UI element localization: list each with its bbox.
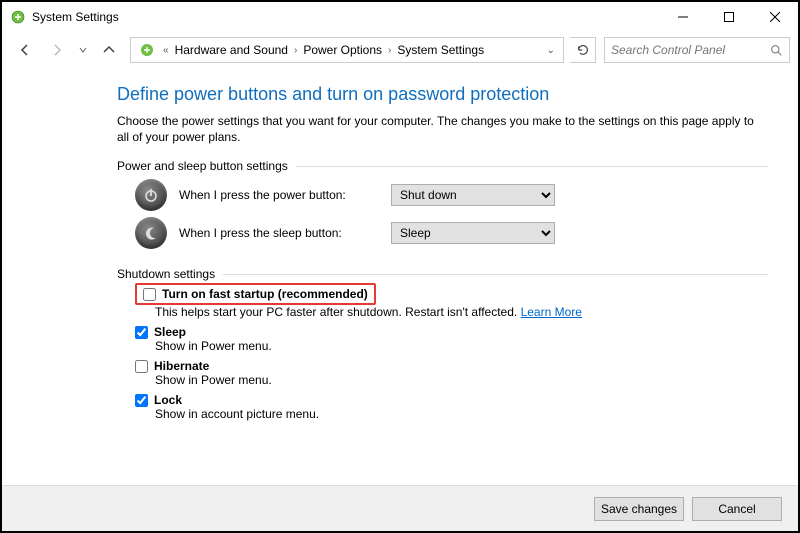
- sleep-checkbox[interactable]: [135, 326, 148, 339]
- fast-startup-item: Turn on fast startup (recommended) This …: [135, 283, 768, 319]
- learn-more-link[interactable]: Learn More: [521, 305, 582, 319]
- power-button-settings-section: Power and sleep button settings When I p…: [117, 159, 768, 249]
- search-box[interactable]: [604, 37, 790, 63]
- shutdown-settings-section: Shutdown settings Turn on fast startup (…: [117, 267, 768, 421]
- section-title: Shutdown settings: [117, 267, 215, 281]
- control-panel-icon: [10, 9, 26, 25]
- footer: Save changes Cancel: [2, 485, 798, 531]
- lock-item: Lock Show in account picture menu.: [135, 393, 768, 421]
- page-title: Define power buttons and turn on passwor…: [117, 84, 768, 105]
- section-title: Power and sleep button settings: [117, 159, 288, 173]
- lock-label: Lock: [154, 393, 182, 407]
- lock-checkbox[interactable]: [135, 394, 148, 407]
- navigation-bar: « Hardware and Sound › Power Options › S…: [2, 32, 798, 68]
- search-input[interactable]: [605, 43, 789, 57]
- forward-button[interactable]: [42, 36, 72, 64]
- power-button-label: When I press the power button:: [179, 188, 379, 202]
- sleep-item: Sleep Show in Power menu.: [135, 325, 768, 353]
- close-button[interactable]: [752, 2, 798, 32]
- save-button[interactable]: Save changes: [594, 497, 684, 521]
- titlebar: System Settings: [2, 2, 798, 32]
- search-icon: [770, 44, 783, 57]
- fast-startup-label: Turn on fast startup (recommended): [162, 287, 368, 301]
- hibernate-desc: Show in Power menu.: [155, 373, 768, 387]
- sleep-desc: Show in Power menu.: [155, 339, 768, 353]
- control-panel-icon: [137, 40, 157, 60]
- breadcrumb-item[interactable]: Hardware and Sound: [171, 43, 292, 57]
- hibernate-item: Hibernate Show in Power menu.: [135, 359, 768, 387]
- sleep-button-select[interactable]: Sleep: [391, 222, 555, 244]
- breadcrumb-item[interactable]: Power Options: [299, 43, 386, 57]
- chevron-left-icon: «: [161, 45, 171, 56]
- cancel-button[interactable]: Cancel: [692, 497, 782, 521]
- divider: [223, 274, 768, 275]
- chevron-right-icon: ›: [386, 45, 393, 56]
- sleep-button-label: When I press the sleep button:: [179, 226, 379, 240]
- maximize-button[interactable]: [706, 2, 752, 32]
- page-description: Choose the power settings that you want …: [117, 113, 768, 145]
- up-button[interactable]: [94, 36, 124, 64]
- lock-desc: Show in account picture menu.: [155, 407, 768, 421]
- highlight-box: Turn on fast startup (recommended): [135, 283, 376, 305]
- hibernate-checkbox[interactable]: [135, 360, 148, 373]
- sleep-icon: [135, 217, 167, 249]
- divider: [296, 166, 768, 167]
- power-icon: [135, 179, 167, 211]
- history-dropdown[interactable]: [74, 46, 92, 54]
- power-button-select[interactable]: Shut down: [391, 184, 555, 206]
- breadcrumb-item[interactable]: System Settings: [393, 43, 488, 57]
- fast-startup-desc: This helps start your PC faster after sh…: [155, 305, 517, 319]
- address-bar[interactable]: « Hardware and Sound › Power Options › S…: [130, 37, 564, 63]
- minimize-button[interactable]: [660, 2, 706, 32]
- refresh-button[interactable]: [570, 37, 596, 63]
- content-area: Define power buttons and turn on passwor…: [2, 68, 798, 485]
- hibernate-label: Hibernate: [154, 359, 209, 373]
- back-button[interactable]: [10, 36, 40, 64]
- chevron-right-icon: ›: [292, 45, 299, 56]
- address-dropdown[interactable]: ⌄: [541, 45, 561, 56]
- window-title: System Settings: [32, 10, 119, 24]
- fast-startup-checkbox[interactable]: [143, 288, 156, 301]
- sleep-label: Sleep: [154, 325, 186, 339]
